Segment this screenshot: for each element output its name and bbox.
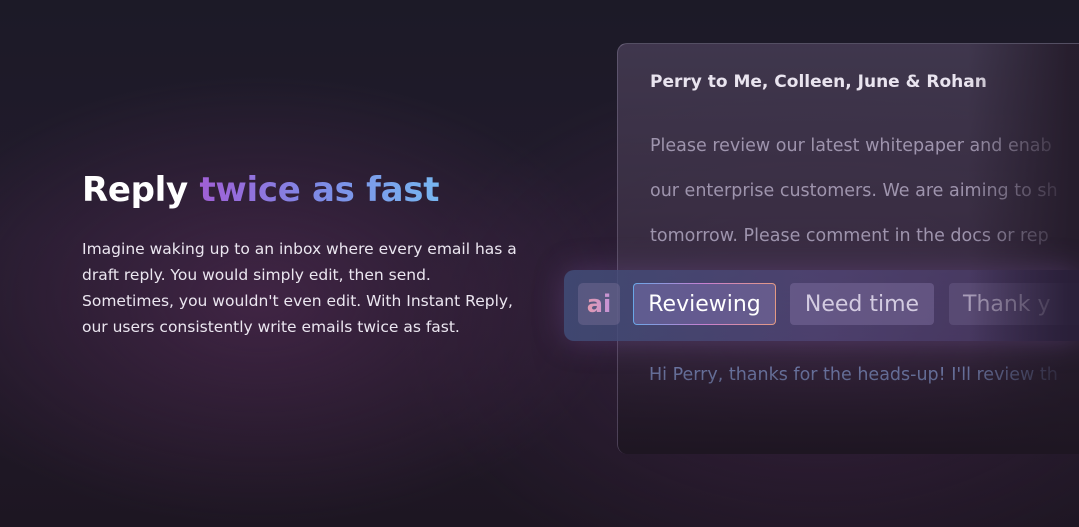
instant-reply-suggestions-bar: ai Reviewing Need time Thank y — [564, 270, 1079, 341]
headline-accent: twice as fast — [199, 170, 440, 210]
email-body-line: our enterprise customers. We are aiming … — [650, 181, 1058, 201]
suggestion-chip-reviewing[interactable]: Reviewing — [633, 283, 776, 325]
suggestion-chip-thank-you[interactable]: Thank y — [949, 283, 1079, 325]
email-preview-card: Perry to Me, Colleen, June & Rohan Pleas… — [617, 43, 1079, 454]
headline-plain: Reply — [82, 170, 200, 210]
hero-description: Imagine waking up to an inbox where ever… — [82, 240, 517, 336]
email-body-line: Please review our latest whitepaper and … — [650, 136, 1052, 156]
hero-section: Reply twice as fast Imagine waking up to… — [82, 168, 522, 340]
hero-headline: Reply twice as fast — [82, 168, 522, 212]
suggestion-chip-need-time[interactable]: Need time — [790, 283, 934, 325]
email-body: Please review our latest whitepaper and … — [650, 124, 1079, 259]
ai-badge-label: ai — [586, 290, 612, 318]
email-recipients-line: Perry to Me, Colleen, June & Rohan — [650, 72, 987, 92]
ai-badge-icon: ai — [578, 283, 620, 325]
email-body-line: tomorrow. Please comment in the docs or … — [650, 226, 1049, 246]
draft-reply-text[interactable]: Hi Perry, thanks for the heads-up! I'll … — [649, 365, 1058, 385]
